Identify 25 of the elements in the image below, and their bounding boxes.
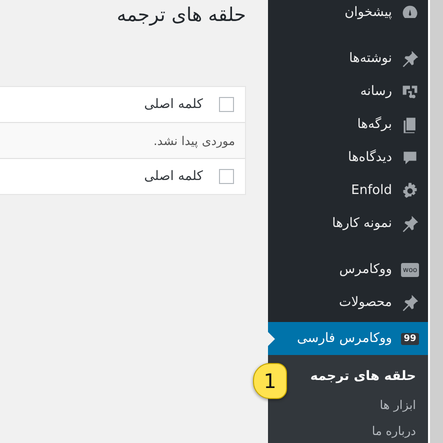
pin-icon bbox=[401, 294, 419, 312]
submenu-item[interactable]: درباره ما bbox=[372, 418, 428, 443]
menu-item[interactable]: نمونه کارها bbox=[268, 207, 428, 240]
menu-item[interactable]: نوشته‌ها bbox=[268, 42, 428, 75]
callout-badge: 1 bbox=[253, 363, 287, 399]
menu-item[interactable]: برگه‌ها bbox=[268, 108, 428, 141]
menu-item[interactable]: محصولات bbox=[268, 286, 428, 319]
menu-item[interactable]: رسانه bbox=[268, 75, 428, 108]
menu-item[interactable]: دیدگاه‌ها bbox=[268, 141, 428, 174]
column-header[interactable]: کلمه اصلی bbox=[144, 169, 203, 184]
media-icon bbox=[401, 82, 419, 100]
checkbox[interactable] bbox=[219, 97, 234, 112]
page-title: حلقه های ترجمه bbox=[116, 4, 246, 28]
empty-message: موردی پیدا نشد. bbox=[153, 134, 235, 148]
settings-icon bbox=[401, 182, 419, 200]
submenu-item[interactable]: ابزار ها bbox=[380, 392, 428, 418]
pin-icon bbox=[401, 50, 419, 68]
comment-icon bbox=[401, 148, 419, 166]
pin-icon bbox=[401, 214, 419, 232]
column-header[interactable]: کلمه اصلی bbox=[144, 97, 203, 112]
checkbox[interactable] bbox=[219, 169, 234, 184]
menu-item[interactable]: پیشخوان bbox=[268, 0, 428, 29]
submenu-item[interactable]: حلقه های ترجمه bbox=[310, 362, 428, 392]
badge-icon: 99 bbox=[400, 332, 420, 344]
menu-item[interactable]: Enfold bbox=[268, 174, 428, 207]
